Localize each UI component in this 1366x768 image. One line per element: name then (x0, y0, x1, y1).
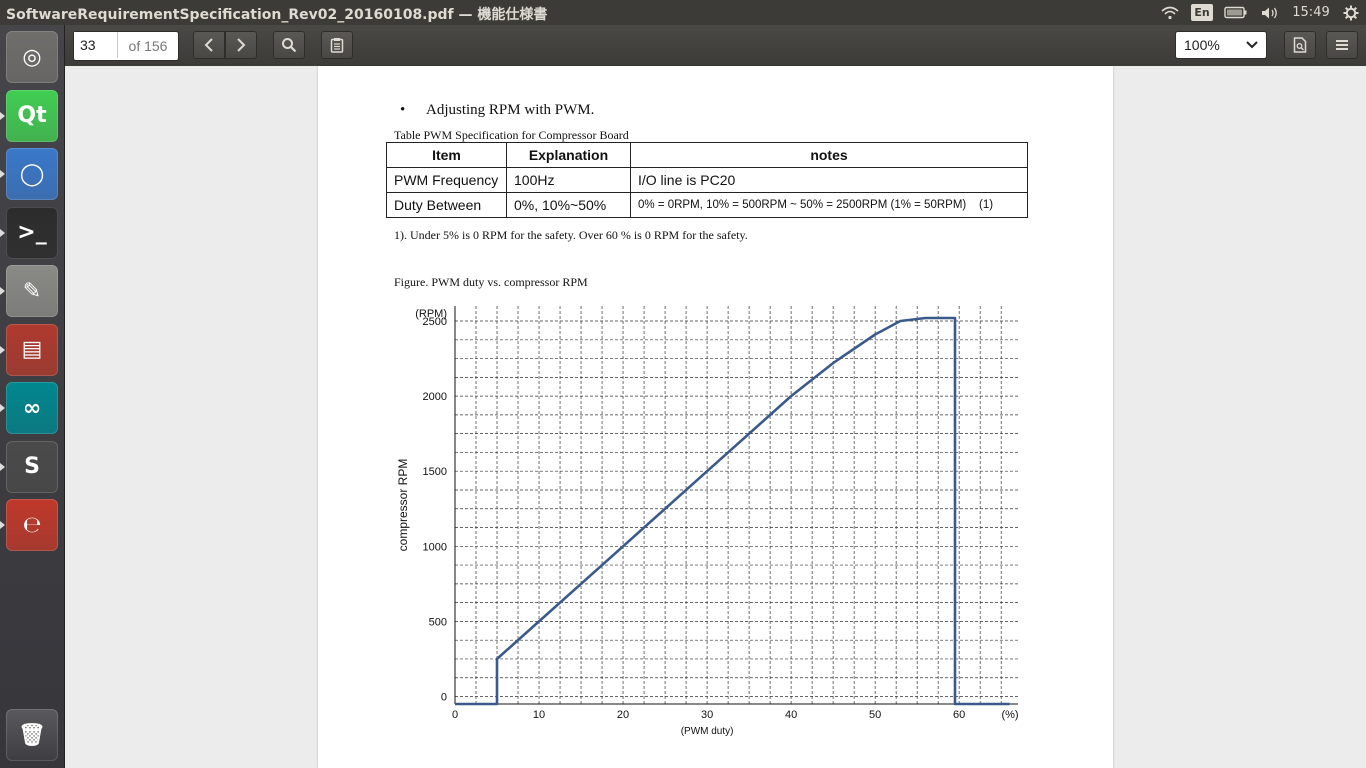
x-tick-label: 40 (785, 709, 797, 721)
text-editor-icon[interactable]: ✎ (6, 265, 58, 317)
search-button[interactable] (273, 31, 305, 59)
x-tick-label: 0 (452, 709, 458, 721)
table-header-cell: Explanation (506, 142, 631, 168)
document-viewer-toolbar: of 156 100% (65, 25, 1366, 67)
y-axis-label: compressor RPM (396, 459, 410, 552)
keyboard-layout-indicator[interactable]: En (1189, 0, 1215, 25)
search-icon (282, 38, 297, 53)
y-unit-label: (RPM) (415, 308, 447, 320)
arduino-icon-glyph: ∞ (22, 395, 42, 421)
page-total-label: of 156 (128, 38, 168, 54)
text-editor-icon-glyph: ✎ (22, 278, 42, 304)
zoom-value: 100% (1184, 37, 1220, 53)
table-cell: PWM Frequency (386, 167, 507, 193)
chevron-left-icon (204, 38, 213, 52)
previous-page-button[interactable] (193, 31, 225, 59)
document-viewer-icon-glyph: ℮ (22, 512, 42, 538)
terminal-icon-glyph: >_ (17, 220, 47, 245)
keyboard-layout-label: En (1191, 4, 1213, 21)
table-cell: 0% = 0RPM, 10% = 500RPM ~ 50% = 2500RPM … (630, 192, 1028, 218)
battery-icon[interactable] (1222, 0, 1250, 25)
ubuntu-dash-icon[interactable]: ◎ (6, 31, 58, 83)
chevron-down-icon (1246, 41, 1258, 49)
series-line (455, 316, 1010, 706)
spec-table: Item Explanation notes PWM Frequency 100… (386, 142, 1028, 218)
x-tick-label: 10 (533, 709, 545, 721)
clipboard-icon (330, 38, 344, 53)
x-tick-label: 50 (869, 709, 881, 721)
running-indicator (0, 462, 5, 471)
table-cell: 0%, 10%~50% (506, 192, 631, 218)
document-viewer-icon[interactable]: ℮ (6, 499, 58, 551)
pdf-page: • Adjusting RPM with PWM. Table PWM Speci… (318, 66, 1113, 768)
table-header-cell: notes (630, 142, 1028, 168)
x-tick-label: 60 (953, 709, 965, 721)
next-page-button[interactable] (225, 31, 257, 59)
menu-button[interactable] (1326, 31, 1358, 59)
wifi-icon[interactable] (1157, 0, 1183, 25)
running-indicator (0, 287, 5, 295)
rpm-chart: 050010001500200025000 10 20 30 40 50 60(RPM)(%… (396, 306, 1019, 737)
y-tick-label: 2000 (423, 391, 447, 403)
footnote: 1). Under 5% is 0 RPM for the safety. Ov… (394, 228, 748, 242)
document-icon (1293, 37, 1307, 53)
x-axis-label: (PWM duty) (681, 726, 734, 737)
running-indicator (0, 228, 5, 237)
qt-creator-icon[interactable]: Qt (6, 89, 58, 142)
page-selector: of 156 (73, 31, 179, 61)
table-caption: Table PWM Specification for Compressor B… (394, 128, 629, 142)
bullet-item: • Adjusting RPM with PWM. (400, 102, 594, 119)
table-header-row: Item Explanation notes (386, 142, 1028, 168)
chromium-icon-glyph: ◯ (19, 161, 45, 187)
sublime-text-icon-glyph: S (24, 454, 40, 479)
x-tick-label: 20 (617, 709, 629, 721)
y-tick-label: 0 (441, 691, 447, 703)
volume-icon[interactable] (1257, 0, 1283, 25)
launcher: ◎ Qt ◯ >_ ✎ ▤ ∞ S ℮ 🗑 (0, 25, 65, 768)
clock[interactable]: 15:49 (1290, 0, 1332, 25)
terminal-icon[interactable]: >_ (6, 206, 58, 259)
arduino-icon[interactable]: ∞ (6, 382, 58, 434)
table-header-cell: Item (386, 142, 507, 168)
document-properties-button[interactable] (1284, 31, 1316, 59)
system-gear-icon[interactable] (1339, 0, 1363, 25)
x-tick-label: 30 (701, 709, 713, 721)
file-cabinet-icon-glyph: ▤ (21, 337, 43, 362)
running-indicator (0, 170, 5, 178)
top-panel: SoftwareRequirementSpecification_Rev02_2… (0, 0, 1366, 25)
zoom-select[interactable]: 100% (1175, 31, 1267, 59)
table-cell: 100Hz (506, 167, 631, 193)
chevron-right-icon (237, 38, 246, 52)
trash-glyph: 🗑 (18, 722, 46, 748)
chromium-icon[interactable]: ◯ (6, 148, 58, 200)
bullet-dot: • (400, 102, 406, 118)
page-number-input[interactable] (74, 32, 118, 58)
ubuntu-dash-icon-glyph: ◎ (22, 44, 42, 70)
y-tick-label: 1500 (423, 466, 447, 478)
trash-icon[interactable]: 🗑 (6, 709, 58, 761)
running-indicator (0, 404, 5, 412)
sublime-text-icon[interactable]: S (6, 440, 58, 493)
bullet-text: Adjusting RPM with PWM. (426, 102, 595, 118)
document-view[interactable]: • Adjusting RPM with PWM. Table PWM Speci… (65, 66, 1366, 768)
table-cell: Duty Between (386, 192, 507, 218)
running-indicator (0, 521, 5, 529)
annotations-button[interactable] (321, 31, 353, 59)
qt-creator-icon-glyph: Qt (17, 103, 47, 128)
x-unit-label: (%) (1001, 709, 1018, 721)
y-tick-label: 1000 (423, 541, 447, 553)
hamburger-menu-icon (1336, 40, 1348, 50)
y-tick-label: 500 (429, 616, 447, 628)
table-cell: I/O line is PC20 (630, 167, 1028, 193)
running-indicator (0, 345, 5, 354)
table-row: PWM Frequency 100Hz I/O line is PC20 (386, 167, 1028, 193)
table-row: Duty Between 0%, 10%~50% 0% = 0RPM, 10% … (386, 192, 1028, 218)
figure-caption: Figure. PWM duty vs. compressor RPM (394, 275, 588, 289)
file-cabinet-icon[interactable]: ▤ (6, 323, 58, 376)
running-indicator (0, 111, 5, 120)
window-title: SoftwareRequirementSpecification_Rev02_2… (6, 7, 548, 23)
